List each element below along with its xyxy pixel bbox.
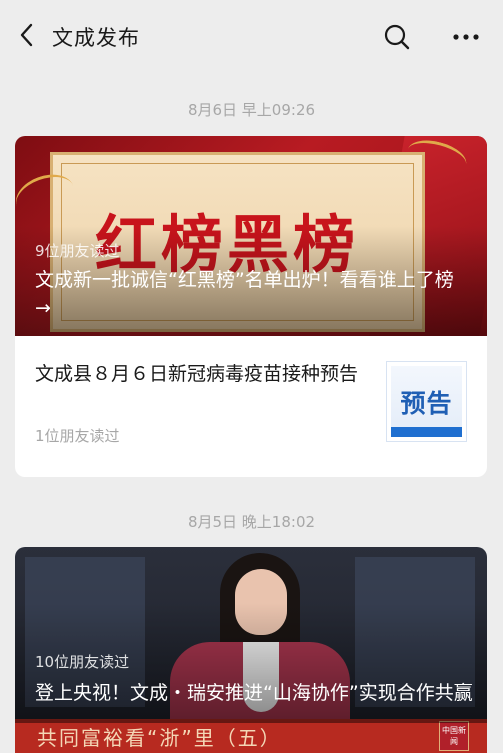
article-title: 文成新一批诚信“红黑榜”名单出炉！看看谁上了榜 → [35, 269, 454, 319]
top-bar: 文成发布 [0, 0, 503, 68]
date-separator: 8月6日 早上09:26 [187, 101, 316, 119]
channel-logo: 中国新闻 [439, 721, 469, 751]
page-title: 文成发布 [52, 26, 140, 50]
article-title: 登上央视！文成・瑞安推进“山海协作”实现合作共赢 [35, 682, 473, 704]
article-hero[interactable]: 红榜黑榜 9位朋友读过 文成新一批诚信“红黑榜”名单出炉！看看谁上了榜 → [15, 136, 487, 336]
article-card: 红榜黑榜 9位朋友读过 文成新一批诚信“红黑榜”名单出炉！看看谁上了榜 → 文成… [15, 136, 487, 477]
friends-read-count: 1位朋友读过 [35, 427, 120, 445]
news-banner-text: 共同富裕看“浙”里（五） [37, 726, 282, 750]
friends-read-count: 9位朋友读过 [35, 242, 120, 260]
date-separator: 8月5日 晚上18:02 [187, 513, 316, 531]
article-card: 共同富裕看“浙”里（五） 中国新闻 10位朋友读过 登上央视！文成・瑞安推进“山… [15, 547, 487, 753]
search-button[interactable] [382, 22, 412, 52]
article-title: 文成县８月６日新冠病毒疫苗接种预告 [35, 363, 359, 385]
article-hero[interactable]: 共同富裕看“浙”里（五） 中国新闻 10位朋友读过 登上央视！文成・瑞安推进“山… [15, 547, 487, 753]
thumbnail-label: 预告 [400, 389, 453, 418]
friends-read-count: 10位朋友读过 [35, 653, 130, 671]
search-icon [384, 24, 410, 50]
more-dots-icon [453, 34, 479, 40]
more-button[interactable] [448, 22, 484, 52]
article-thumbnail: 预告 [386, 361, 467, 442]
chevron-left-icon [20, 23, 33, 47]
article-list-item[interactable]: 文成县８月６日新冠病毒疫苗接种预告 1位朋友读过 预告 [15, 336, 487, 476]
back-button[interactable] [12, 20, 40, 50]
